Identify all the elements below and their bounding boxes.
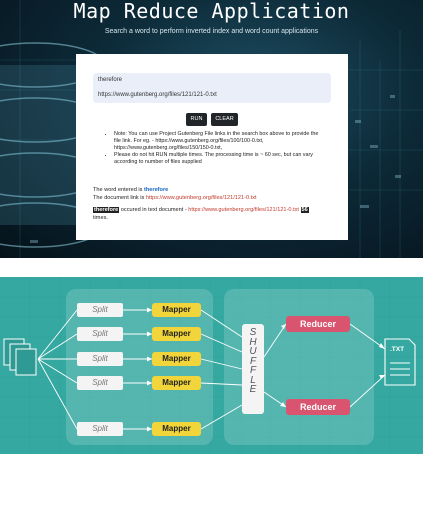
split-box: Split [77,352,123,366]
clear-button[interactable]: CLEAR [211,113,238,126]
reducer-box: Reducer [286,399,350,415]
page-subtitle: Search a word to perform inverted index … [104,28,319,35]
search-card: therefore https://www.gutenberg.org/file… [76,54,348,240]
mapper-box: Mapper [152,303,201,317]
search-word-value: therefore [98,77,123,83]
hero-banner: Map Reduce Application Search a word to … [0,0,423,258]
result-word-prefix: The word entered is [93,187,144,193]
search-url-value: https://www.gutenberg.org/files/121/121-… [98,92,217,98]
search-input[interactable]: therefore https://www.gutenberg.org/file… [93,73,331,103]
page-title: Map Reduce Application [73,0,350,23]
split-box: Split [77,376,123,390]
result-doc-link[interactable]: https://www.gutenberg.org/files/121/121-… [146,195,257,201]
result-word: therefore [144,187,169,193]
note-item: Note: You can use Project Gutenberg File… [114,131,326,152]
result-doc-prefix: The document link is [93,195,146,201]
mapper-box: Mapper [152,327,201,341]
mapper-box: Mapper [152,422,201,436]
shuffle-box: S H U F F L E [242,324,264,414]
split-box: Split [77,303,123,317]
mapper-box: Mapper [152,376,201,390]
output-file-label: .TXT [390,346,405,353]
input-documents-icon [3,338,37,376]
mapper-box: Mapper [152,352,201,366]
note-item: Please do not hit RUN multiple times. Th… [114,152,326,166]
occurrence-doc-link[interactable]: https://www.gutenberg.org/files/121/121-… [188,207,299,213]
shuffle-letter: E [249,384,257,395]
reducer-box: Reducer [286,316,350,332]
occurrence-mid-text: occured in text document - [119,207,189,213]
occurrence-word: therefore [93,207,120,213]
split-box: Split [77,327,123,341]
result-occurrence-line: therefore occured in text document - htt… [93,207,338,222]
notes-list: Note: You can use Project Gutenberg File… [106,131,326,166]
result-doc-line: The document link is https://www.gutenbe… [93,195,257,201]
occurrence-suffix: times. [93,214,108,221]
run-button[interactable]: RUN [186,113,207,126]
result-word-line: The word entered is therefore [93,187,168,193]
mapreduce-diagram: Split Split Split Split Split Mapper Map… [0,277,423,454]
occurrence-count: 56 [300,207,309,213]
split-box: Split [77,422,123,436]
